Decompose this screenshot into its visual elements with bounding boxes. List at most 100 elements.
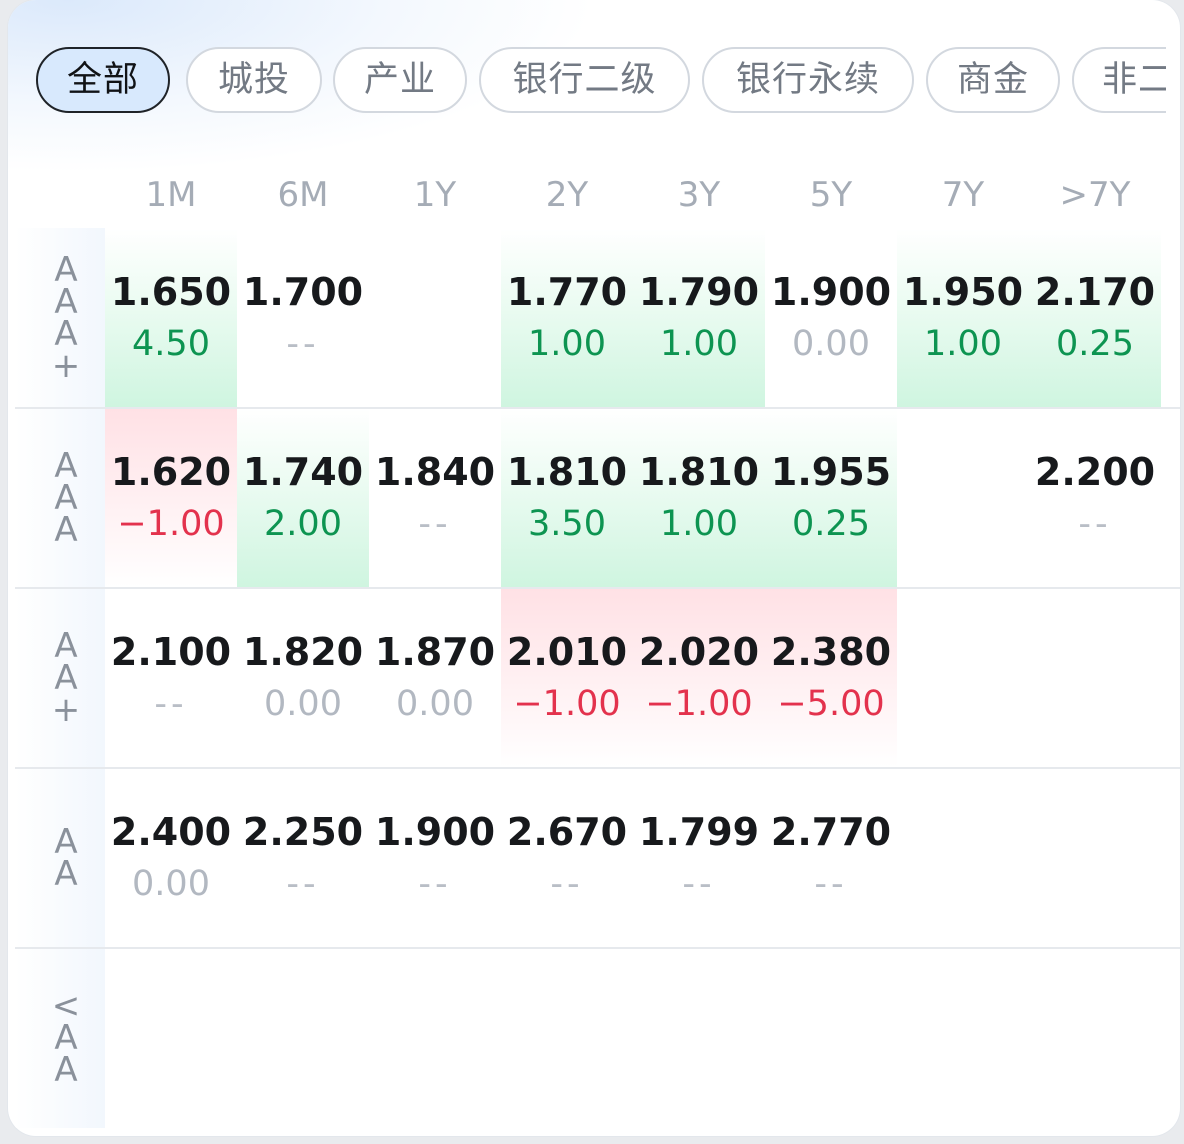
yield-value: 1.770 [506,270,628,314]
yield-value: 1.810 [506,450,628,494]
yield-change: 4.50 [132,324,210,364]
yield-cell[interactable]: 1.955 0.25 [765,409,897,587]
yield-cell[interactable]: 1.810 1.00 [633,409,765,587]
rating-label-char: A [54,510,78,550]
tab-4[interactable]: 银行永续 [702,47,914,113]
category-tabs: 全部 城投 产业 银行二级 银行永续 商金 非二 [36,47,1166,117]
yield-cell [237,949,369,1127]
yield-cell [369,949,501,1127]
yield-cell[interactable]: 2.250 -- [237,769,369,947]
rating-label: A A A + [32,229,100,407]
yield-value: 1.620 [110,450,232,494]
yield-cell[interactable]: 1.799 -- [633,769,765,947]
yield-change: 0.00 [792,324,870,364]
yield-cell[interactable]: 2.770 -- [765,769,897,947]
yield-cell[interactable]: 1.900 0.00 [765,229,897,407]
yield-cell[interactable]: 1.900 -- [369,769,501,947]
yield-value: 2.200 [1034,450,1156,494]
rating-label-char: A [54,1050,78,1090]
tab-label: 银行永续 [735,60,880,100]
yield-value: 1.870 [374,630,496,674]
yield-value: 1.950 [902,270,1024,314]
tab-1[interactable]: 城投 [186,47,322,113]
yield-value: 2.250 [242,810,364,854]
yield-change: 3.50 [528,504,606,544]
yield-change: -- [682,864,716,904]
yield-matrix-card: 全部 城投 产业 银行二级 银行永续 商金 非二 1M 6M 1Y 2Y 3Y 5Y 7Y >7Y AAA… [8,0,1180,1136]
yield-cell[interactable]: 1.790 1.00 [633,229,765,407]
tab-5[interactable]: 商金 [926,47,1060,113]
yield-cell[interactable]: 1.950 1.00 [897,229,1029,407]
yield-cell [897,769,1029,947]
tab-label: 商金 [956,60,1029,100]
yield-cell[interactable]: 1.810 3.50 [501,409,633,587]
yield-cell [633,949,765,1127]
yield-cell[interactable]: 1.740 2.00 [237,409,369,587]
yield-change: 0.00 [396,684,474,724]
yield-value: 2.100 [110,630,232,674]
yield-value: 2.380 [770,630,892,674]
yield-cell[interactable]: 1.870 0.00 [369,589,501,767]
yield-value: 2.670 [506,810,628,854]
yield-change: 1.00 [660,324,738,364]
yield-cell[interactable]: 2.020 −1.00 [633,589,765,767]
tab-label: 全部 [66,60,139,100]
yield-cell [1029,949,1161,1127]
yield-change: 1.00 [528,324,606,364]
yield-cell [765,949,897,1127]
yield-value: 1.900 [374,810,496,854]
column-header: 5Y [809,175,853,215]
tab-0[interactable]: 全部 [36,47,170,113]
rating-label: A A + [32,589,100,767]
yield-cell[interactable]: 1.650 4.50 [105,229,237,407]
yield-cell[interactable]: 1.770 1.00 [501,229,633,407]
rating-label: < A A [32,949,100,1127]
yield-cell[interactable]: 1.700 -- [237,229,369,407]
column-header: 3Y [677,175,721,215]
yield-cell[interactable]: 2.670 -- [501,769,633,947]
yield-cell[interactable]: 1.620 −1.00 [105,409,237,587]
yield-change: -- [418,864,452,904]
yield-change: -- [286,864,320,904]
yield-cell [369,229,501,407]
yield-change: −1.00 [513,684,621,724]
yield-value: 2.400 [110,810,232,854]
yield-change: -- [1078,504,1112,544]
tab-label: 银行二级 [512,60,657,100]
yield-cell[interactable]: 2.380 −5.00 [765,589,897,767]
yield-change: 0.25 [792,504,870,544]
yield-change: −1.00 [645,684,753,724]
tab-label: 城投 [217,60,290,100]
yield-cell [1029,589,1161,767]
column-header: 6M [277,175,329,215]
yield-value: 1.790 [638,270,760,314]
tab-2[interactable]: 产业 [333,47,467,113]
yield-cell[interactable]: 2.010 −1.00 [501,589,633,767]
yield-cell[interactable]: 2.200 -- [1029,409,1161,587]
rating-label: AA [32,769,100,947]
tab-label: 非二 [1102,60,1166,100]
yield-value: 1.840 [374,450,496,494]
tab-6[interactable]: 非二 [1072,47,1166,113]
yield-cell[interactable]: 1.840 -- [369,409,501,587]
yield-cell [1029,769,1161,947]
yield-cell[interactable]: 2.400 0.00 [105,769,237,947]
header-glow [8,0,1180,260]
column-header: >7Y [1059,175,1131,215]
yield-cell [105,949,237,1127]
yield-change: -- [550,864,584,904]
yield-cell[interactable]: 2.100 -- [105,589,237,767]
yield-cell [897,949,1029,1127]
yield-cell [897,409,1029,587]
yield-cell[interactable]: 2.170 0.25 [1029,229,1161,407]
tab-3[interactable]: 银行二级 [479,47,690,113]
yield-cell [501,949,633,1127]
yield-cell [897,589,1029,767]
rating-label-char: + [51,690,81,730]
yield-value: 1.900 [770,270,892,314]
rating-label-char: + [51,346,81,386]
column-header: 2Y [545,175,589,215]
yield-cell[interactable]: 1.820 0.00 [237,589,369,767]
yield-value: 1.799 [638,810,760,854]
yield-change: 1.00 [660,504,738,544]
